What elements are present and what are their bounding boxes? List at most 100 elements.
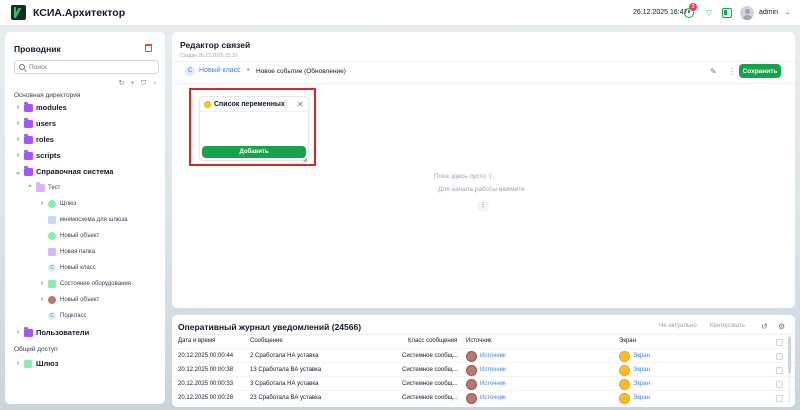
delete-icon[interactable]: ▫ — [151, 80, 158, 87]
chevron-right-icon[interactable]: › — [38, 280, 46, 287]
explorer-panel: Проводник ↻ + ⛉ ▫ Основная директория › … — [5, 32, 165, 404]
screen-link[interactable]: Экран — [633, 367, 650, 373]
chevron-right-icon[interactable]: › — [14, 360, 22, 367]
tree-item-users[interactable]: › users — [14, 117, 56, 130]
tree-item-label: Новая папка — [60, 248, 95, 255]
row-checkbox[interactable] — [776, 367, 783, 374]
tree-item-label: Шлюз — [60, 200, 77, 207]
history-icon[interactable]: ↺ — [761, 322, 768, 331]
notification-log-panel: Оперативный журнал уведомлений (24566) Н… — [172, 315, 795, 407]
source-link[interactable]: Источник — [480, 381, 506, 387]
tree-item-users-ru[interactable]: › Пользователи — [14, 326, 89, 339]
tree-item-scripts[interactable]: › scripts — [14, 149, 61, 162]
tree-item-equipment-state[interactable]: › Состояние оборудования — [38, 277, 131, 290]
search-box[interactable] — [14, 60, 159, 74]
tree-item-label: Состояние оборудования — [60, 280, 131, 287]
screen-link[interactable]: Экран — [633, 395, 650, 401]
acknowledge-button[interactable]: Квитировать — [710, 323, 745, 329]
more-vertical-icon[interactable]: ⋮ — [477, 200, 489, 212]
chevron-right-icon[interactable]: › — [14, 136, 22, 143]
wifi-icon[interactable]: ⌔ — [704, 8, 714, 18]
screen-link[interactable]: Экран — [633, 381, 650, 387]
chevron-right-icon[interactable]: › — [14, 329, 22, 336]
tree-item-reference-system[interactable]: ⌄ Справочная система — [14, 165, 113, 178]
chevron-down-icon[interactable]: ⌄ — [14, 168, 22, 176]
tree-item-mnemonic[interactable]: мнемосхема для шлюза — [46, 213, 127, 226]
mnemonic-icon — [48, 215, 56, 224]
chevron-right-icon[interactable]: › — [38, 200, 46, 207]
log-title: Оперативный журнал уведомлений (24566) — [178, 322, 362, 332]
chevron-right-icon[interactable]: › — [14, 104, 22, 111]
link-editor-panel: Редактор связей Создан 26.12.2025 15:10 … — [172, 32, 795, 308]
chevron-right-icon[interactable]: › — [14, 120, 22, 127]
search-input[interactable] — [29, 63, 149, 71]
main-directory-label: Основная директория — [14, 92, 81, 99]
resize-handle-icon[interactable]: ◢ — [303, 157, 307, 163]
tree-item-new-object-2[interactable]: › Новый объект — [38, 293, 99, 306]
tree-item-modules[interactable]: › modules — [14, 101, 67, 114]
trash-icon[interactable] — [145, 44, 152, 52]
tree-item-new-class[interactable]: C Новый класс — [46, 261, 96, 274]
username[interactable]: admin — [759, 9, 778, 16]
row-checkbox[interactable] — [776, 395, 783, 402]
page-title: Редактор связей — [180, 40, 251, 50]
row-datetime: 20.12.2025 00:00:28 — [178, 395, 234, 401]
edit-pen-icon[interactable]: ✎ — [710, 67, 717, 76]
screen-icon — [619, 351, 630, 362]
tree-item-label: Подкласс — [60, 312, 87, 319]
tree-item-subclass[interactable]: C Подкласс — [46, 309, 87, 322]
top-bar: КСИА.Архитектор 26.12.2025 16:47 3 ⌔ adm… — [0, 0, 800, 26]
gear-icon[interactable]: ⚙ — [778, 322, 785, 331]
search-icon — [19, 64, 25, 70]
tree-item-test[interactable]: ⌃ Тест — [26, 181, 60, 194]
add-icon[interactable]: + — [129, 80, 136, 87]
tree-item-label: Новый объект — [60, 296, 100, 303]
row-checkbox[interactable] — [776, 353, 783, 360]
filter-icon[interactable]: ⛉ — [140, 80, 147, 87]
screen-link[interactable]: Экран — [633, 353, 650, 359]
folder-icon — [24, 118, 33, 128]
scrollbar-thumb[interactable] — [788, 337, 791, 373]
row-message: 23 Сработала ВА уставка — [250, 395, 322, 401]
tree-item-label: roles — [36, 135, 54, 144]
tree-item-new-folder[interactable]: Новая папка — [46, 245, 95, 258]
source-link[interactable]: Источник — [480, 367, 506, 373]
tree-item-shared-gateway[interactable]: › Шлюз — [14, 357, 59, 370]
tree-item-new-object[interactable]: Новый объект — [46, 229, 99, 242]
chevron-right-icon[interactable]: › — [14, 152, 22, 159]
save-button[interactable]: Сохранить — [739, 64, 781, 78]
column-header-datetime[interactable]: Дата и время — [178, 338, 215, 344]
refresh-icon[interactable]: ↻ — [118, 80, 125, 87]
chevron-up-icon[interactable]: ⌃ — [26, 184, 34, 192]
tree-item-gateway[interactable]: › Шлюз — [38, 197, 76, 210]
close-icon[interactable]: ✕ — [297, 100, 304, 109]
divider — [172, 334, 795, 335]
tree-item-roles[interactable]: › roles — [14, 133, 54, 146]
column-header-screen[interactable]: Экран — [619, 338, 636, 344]
source-icon — [466, 365, 477, 376]
chevron-right-icon[interactable]: › — [38, 296, 46, 303]
not-relevant-button[interactable]: Не актуально — [659, 323, 697, 329]
column-header-source[interactable]: Источник — [466, 338, 492, 344]
variables-list-card[interactable]: Список переменных ✕ Добавить ◢ — [199, 96, 309, 163]
row-class: Системное сообщ... — [402, 353, 458, 359]
row-datetime: 20.12.2025 00:00:33 — [178, 381, 234, 387]
folder-icon — [24, 327, 33, 337]
tree-item-label: Справочная система — [36, 167, 114, 176]
more-vertical-icon[interactable]: ⋮ — [728, 67, 736, 76]
row-message: 2 Сработала НА уставка — [250, 353, 319, 359]
add-button[interactable]: Добавить — [202, 146, 306, 158]
select-all-checkbox[interactable] — [776, 339, 783, 346]
panel-icon[interactable] — [722, 8, 732, 18]
explorer-title: Проводник — [14, 44, 61, 54]
column-header-message[interactable]: Сообщение — [250, 338, 283, 344]
source-link[interactable]: Источник — [480, 395, 506, 401]
source-link[interactable]: Источник — [480, 353, 506, 359]
chevron-down-icon[interactable]: ⌄ — [785, 9, 790, 16]
breadcrumb-class-link[interactable]: Новый класс — [199, 67, 241, 74]
user-avatar[interactable] — [740, 6, 754, 20]
table-row[interactable]: 20.12.2025 00:00:28 23 Сработала ВА уста… — [172, 390, 795, 406]
column-header-class[interactable]: Класс сообщения — [408, 338, 457, 344]
app-logo-icon[interactable] — [11, 5, 26, 20]
row-checkbox[interactable] — [776, 381, 783, 388]
